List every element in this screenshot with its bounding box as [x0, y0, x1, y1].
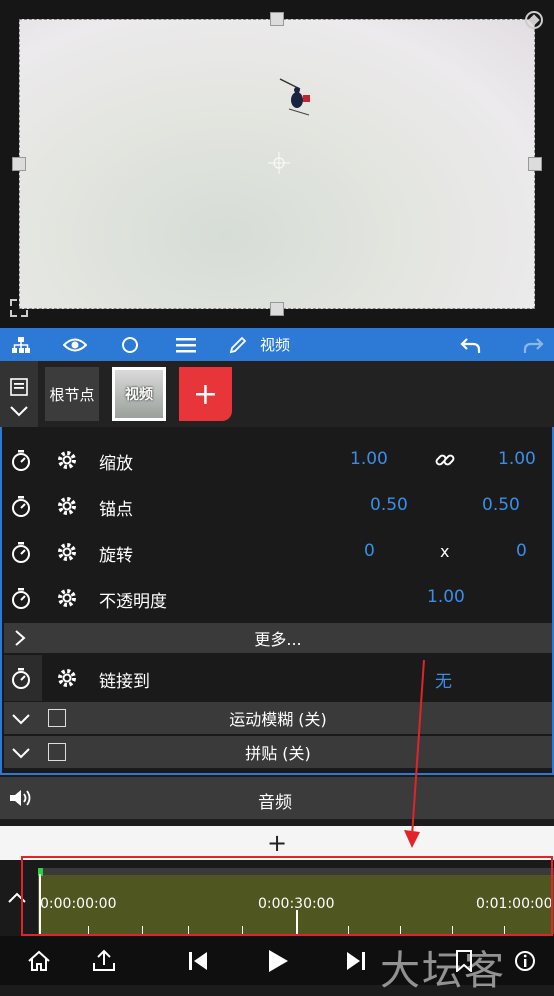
- link-to-value[interactable]: 无: [435, 667, 452, 692]
- gear-icon[interactable]: [56, 449, 78, 471]
- motion-blur-row[interactable]: 运动模糊 (关): [4, 702, 552, 734]
- scale-row: 缩放 1.00 1.00: [4, 437, 552, 483]
- stopwatch-icon[interactable]: [10, 667, 32, 691]
- tile-label: 拼贴 (关): [245, 744, 311, 763]
- main-toolbar: 视频: [0, 328, 554, 361]
- scale-label: 缩放: [99, 454, 133, 474]
- rotate-handle-icon[interactable]: [523, 9, 545, 31]
- pencil-icon: [229, 336, 247, 353]
- opacity-value[interactable]: 1.00: [427, 587, 465, 607]
- info-icon[interactable]: [510, 936, 540, 985]
- highlight-box: [21, 856, 553, 936]
- circle-icon[interactable]: [116, 328, 144, 361]
- toolbar-title: 视频: [260, 336, 291, 354]
- skip-previous-icon[interactable]: [182, 936, 214, 985]
- crosshair-icon[interactable]: [268, 152, 290, 174]
- play-icon[interactable]: [262, 936, 294, 985]
- link-to-row: 链接到 无: [4, 655, 552, 701]
- home-icon[interactable]: [24, 936, 54, 985]
- hierarchy-icon[interactable]: [6, 328, 36, 361]
- tile-checkbox[interactable]: [48, 743, 66, 761]
- list-icon: [10, 378, 28, 396]
- stopwatch-icon[interactable]: [10, 449, 32, 473]
- rotation-value-2[interactable]: 0: [516, 541, 527, 561]
- annotation-arrow: [404, 659, 425, 848]
- add-track-button[interactable]: +: [0, 826, 554, 860]
- chevron-down-icon: [12, 748, 30, 759]
- motion-blur-label: 运动模糊 (关): [229, 710, 327, 729]
- video-node[interactable]: 视频: [112, 367, 166, 421]
- resize-handle-top[interactable]: [270, 12, 284, 26]
- rotation-value-1[interactable]: 0: [364, 541, 375, 561]
- chevron-right-icon: [15, 630, 26, 646]
- scale-y-value[interactable]: 1.00: [498, 449, 536, 469]
- skip-next-icon[interactable]: [340, 936, 372, 985]
- fullscreen-icon[interactable]: [9, 298, 29, 318]
- more-button[interactable]: 更多...: [4, 623, 552, 653]
- root-node[interactable]: 根节点: [45, 367, 99, 421]
- gear-icon[interactable]: [56, 541, 78, 563]
- scale-x-value[interactable]: 1.00: [350, 449, 388, 469]
- motion-blur-checkbox[interactable]: [48, 709, 66, 727]
- rotation-label: 旋转: [99, 546, 133, 566]
- bottom-control-bar: 大坛客: [0, 936, 554, 994]
- audio-track-header[interactable]: 音频: [0, 777, 554, 819]
- video-frame[interactable]: [19, 19, 535, 309]
- add-node-button[interactable]: +: [179, 367, 232, 421]
- collapse-panel-button[interactable]: [0, 361, 38, 427]
- more-label: 更多...: [254, 630, 302, 649]
- gear-icon[interactable]: [56, 495, 78, 517]
- opacity-row: 不透明度 1.00: [4, 575, 552, 621]
- gear-icon[interactable]: [56, 667, 78, 689]
- stopwatch-icon[interactable]: [10, 541, 32, 565]
- export-icon[interactable]: [88, 936, 120, 985]
- stopwatch-icon[interactable]: [10, 495, 32, 519]
- undo-icon[interactable]: [456, 328, 484, 361]
- resize-handle-right[interactable]: [528, 157, 542, 171]
- redo-icon[interactable]: [520, 328, 548, 361]
- properties-panel: 缩放 1.00 1.00 锚点 0.50 0.50 旋转 0 x 0 不透明度 …: [0, 427, 554, 775]
- resize-handle-bottom[interactable]: [270, 302, 284, 316]
- watermark: 大坛客: [380, 948, 506, 994]
- skier-figure: [279, 78, 310, 116]
- anchor-label: 锚点: [99, 500, 133, 520]
- chevron-down-icon: [12, 714, 30, 725]
- stopwatch-icon[interactable]: [10, 587, 32, 611]
- tile-row[interactable]: 拼贴 (关): [4, 736, 552, 768]
- gear-icon[interactable]: [56, 587, 78, 609]
- anchor-row: 锚点 0.50 0.50: [4, 483, 552, 529]
- chevron-down-icon: [10, 406, 28, 417]
- speaker-icon: [10, 790, 31, 806]
- audio-label: 音频: [258, 793, 292, 813]
- anchor-y-value[interactable]: 0.50: [482, 495, 520, 515]
- video-preview[interactable]: [0, 0, 554, 328]
- opacity-label: 不透明度: [99, 592, 167, 612]
- video-node-label: 视频: [115, 370, 163, 418]
- anchor-x-value[interactable]: 0.50: [370, 495, 408, 515]
- edit-clip-button[interactable]: 视频: [228, 328, 302, 361]
- link-icon[interactable]: [434, 449, 456, 471]
- menu-icon[interactable]: [172, 328, 200, 361]
- eye-icon[interactable]: [60, 328, 90, 361]
- rotation-row: 旋转 0 x 0: [4, 529, 552, 575]
- node-strip: 根节点 视频 +: [0, 361, 554, 427]
- link-to-label: 链接到: [99, 672, 150, 692]
- rotation-separator: x: [440, 542, 450, 561]
- resize-handle-left[interactable]: [12, 157, 26, 171]
